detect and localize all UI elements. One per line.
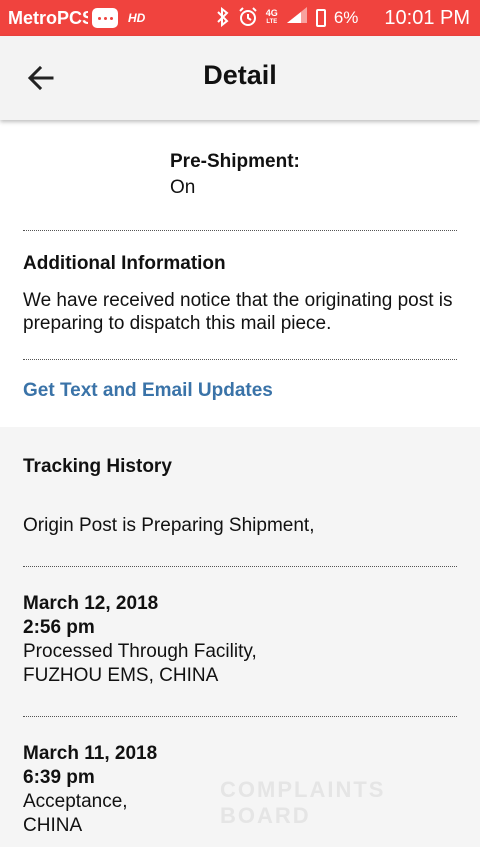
event-time: 2:56 pm <box>23 617 95 638</box>
alarm-icon <box>238 6 258 30</box>
page-title: Detail <box>203 60 277 90</box>
battery-icon <box>315 9 326 27</box>
text-email-updates-link[interactable]: Get Text and Email Updates <box>23 380 457 402</box>
app-bar: Detail <box>0 36 480 120</box>
event-status: Processed Through Facility, <box>23 641 257 662</box>
event-date: March 11, 2018 <box>23 743 158 764</box>
battery-percent: 6% <box>333 8 359 27</box>
hd-indicator: HD <box>128 11 146 25</box>
carrier-name: MetroPCS <box>8 7 88 28</box>
network-indicator: 4G LTE <box>265 8 278 26</box>
additional-info-heading: Additional Information <box>23 253 226 274</box>
pre-shipment-label: Pre-Shipment: <box>170 151 300 172</box>
tracking-history: Tracking History Origin Post is Preparin… <box>0 427 480 847</box>
signal-icon <box>286 6 308 30</box>
tracking-history-heading: Tracking History <box>23 456 172 477</box>
bluetooth-icon <box>216 6 230 30</box>
message-icon <box>92 8 118 28</box>
watermark: COMPLAINTS BOARD <box>220 777 386 828</box>
tracking-event: Origin Post is Preparing Shipment, <box>23 514 457 537</box>
shipment-info: Pre-Shipment: On Additional Information … <box>0 120 480 427</box>
pre-shipment-block: Pre-Shipment: On <box>23 120 457 198</box>
clock: 10:01 PM <box>384 6 470 29</box>
status-bar: MetroPCS HD 4G LTE 6% 10:01 PM <box>0 0 480 36</box>
detail-content: Pre-Shipment: On Additional Information … <box>0 120 480 847</box>
event-location: FUZHOU EMS, CHINA <box>23 665 219 686</box>
pre-shipment-value: On <box>170 177 196 198</box>
event-date: March 12, 2018 <box>23 593 159 614</box>
tracking-event: March 12, 2018 2:56 pm Processed Through… <box>23 593 457 687</box>
additional-info-text: We have received notice that the origina… <box>23 290 453 334</box>
event-status: Origin Post is Preparing Shipment, <box>23 515 315 536</box>
